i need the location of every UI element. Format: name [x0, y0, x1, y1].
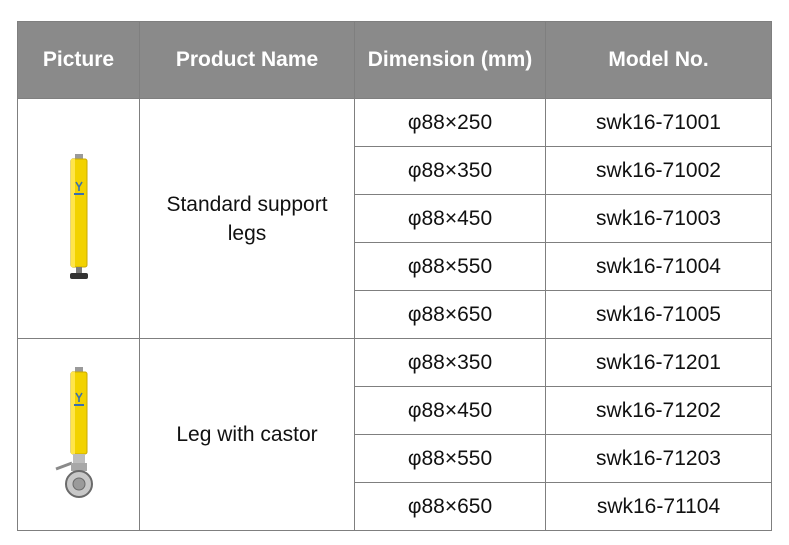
picture-cell-leg-castor — [17, 338, 140, 531]
model-cell: swk16-71004 — [545, 242, 772, 291]
model-cell: swk16-71003 — [545, 194, 772, 243]
header-product-name: Product Name — [139, 21, 355, 99]
product-table: Picture Product Name Dimension (mm) Mode… — [17, 21, 772, 531]
header-picture: Picture — [17, 21, 140, 99]
model-cell: swk16-71005 — [545, 290, 772, 339]
model-cell: swk16-71202 — [545, 386, 772, 435]
leg-with-castor-icon — [54, 367, 93, 498]
product-name-cell: Leg with castor — [139, 338, 355, 531]
table-row: Standard support legs φ88×250 swk16-7100… — [17, 98, 772, 339]
support-leg-icon — [69, 153, 88, 279]
model-cell: swk16-71104 — [545, 482, 772, 531]
model-cell: swk16-71201 — [545, 338, 772, 387]
model-cell: swk16-71002 — [545, 146, 772, 195]
picture-cell-support-leg — [17, 98, 140, 339]
dimension-cell: φ88×650 — [354, 290, 546, 339]
model-cell: swk16-71001 — [545, 98, 772, 147]
dimension-cell: φ88×550 — [354, 434, 546, 483]
dimension-cell: φ88×550 — [354, 242, 546, 291]
dimension-cell: φ88×350 — [354, 146, 546, 195]
product-name-cell: Standard support legs — [139, 98, 355, 339]
header-row: Picture Product Name Dimension (mm) Mode… — [17, 21, 772, 99]
table-row: Leg with castor φ88×350 swk16-71201 — [17, 338, 772, 531]
dimension-cell: φ88×650 — [354, 482, 546, 531]
dimension-cell: φ88×350 — [354, 338, 546, 387]
header-dimension: Dimension (mm) — [354, 21, 546, 99]
model-cell: swk16-71203 — [545, 434, 772, 483]
dimension-cell: φ88×250 — [354, 98, 546, 147]
dimension-cell: φ88×450 — [354, 386, 546, 435]
header-model-no: Model No. — [545, 21, 772, 99]
dimension-cell: φ88×450 — [354, 194, 546, 243]
